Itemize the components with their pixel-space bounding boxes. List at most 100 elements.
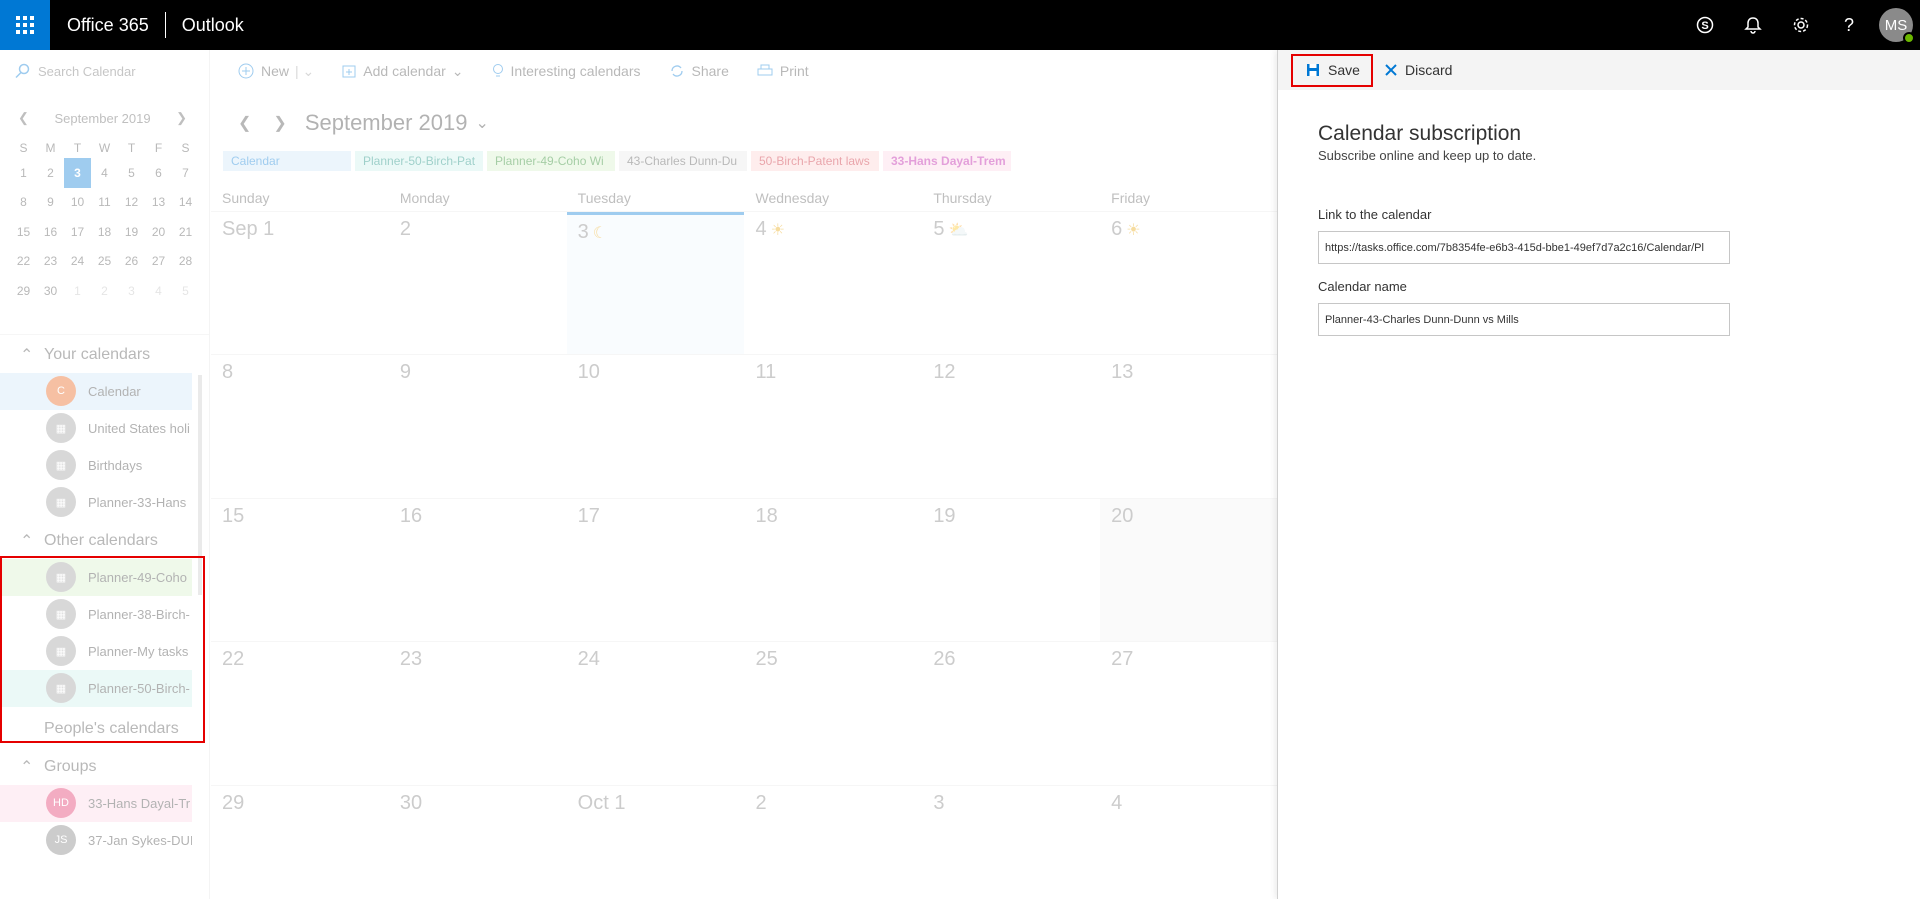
chevron-left-icon[interactable]: ❮ [18, 110, 29, 126]
app-name[interactable]: Outlook [166, 15, 244, 36]
day-cell[interactable]: 25 [744, 642, 922, 784]
mini-day[interactable]: 21 [172, 217, 199, 247]
day-cell[interactable]: 20 [1100, 498, 1278, 642]
mini-day[interactable]: 14 [172, 188, 199, 218]
calendar-chip[interactable]: 50-Birch-Patent laws [751, 151, 879, 171]
chevron-right-icon[interactable]: ❯ [176, 110, 187, 126]
mini-calendar-title[interactable]: September 2019 [54, 111, 150, 126]
mini-day[interactable]: 12 [118, 188, 145, 218]
day-cell[interactable]: 2 [744, 786, 922, 899]
mini-day[interactable]: 17 [64, 217, 91, 247]
mini-day[interactable]: 13 [145, 188, 172, 218]
day-cell[interactable]: 23 [389, 642, 567, 784]
calendar-chip[interactable]: 33-Hans Dayal-Trem [883, 151, 1011, 171]
share-button[interactable]: Share [669, 63, 729, 79]
calendar-item[interactable]: ▦ United States holi [0, 410, 192, 447]
mini-day[interactable]: 9 [37, 188, 64, 218]
mini-day[interactable]: 8 [10, 188, 37, 218]
day-cell[interactable]: 22 [211, 642, 389, 784]
groups-header[interactable]: ⌃ Groups [0, 749, 209, 785]
new-button[interactable]: New | ⌄ [238, 63, 314, 80]
mini-day[interactable]: 30 [37, 276, 64, 306]
mini-day[interactable]: 4 [91, 158, 118, 188]
calendar-item[interactable]: ▦ Birthdays [0, 447, 192, 484]
mini-day[interactable]: 4 [145, 276, 172, 306]
day-cell[interactable]: 3 [922, 786, 1100, 899]
mini-day[interactable]: 5 [118, 158, 145, 188]
day-cell[interactable]: 19 [922, 499, 1100, 641]
link-input[interactable]: https://tasks.office.com/7b8354fe-e6b3-4… [1318, 231, 1730, 264]
day-cell[interactable]: 11 [744, 355, 922, 497]
search-box[interactable]: Search Calendar [0, 50, 209, 92]
mini-day[interactable]: 24 [64, 247, 91, 277]
brand-name[interactable]: Office 365 [50, 12, 166, 38]
day-cell[interactable]: 6 ☀ [1100, 212, 1278, 354]
day-cell[interactable]: 4 [1100, 786, 1278, 899]
day-cell[interactable]: 27 [1100, 642, 1278, 784]
month-title[interactable]: September 2019 [305, 110, 468, 136]
day-cell[interactable]: 9 [389, 355, 567, 497]
gear-icon[interactable] [1777, 0, 1825, 50]
app-launcher-button[interactable] [0, 0, 50, 50]
day-cell[interactable]: 2 [389, 212, 567, 354]
group-item[interactable]: JS 37-Jan Sykes-DUI [0, 821, 192, 859]
mini-day[interactable]: 1 [64, 276, 91, 306]
bell-icon[interactable] [1729, 0, 1777, 50]
calendar-chip[interactable]: Calendar [223, 151, 351, 171]
day-cell[interactable]: 30 [389, 786, 567, 899]
mini-day[interactable]: 2 [37, 158, 64, 188]
mini-day[interactable]: 19 [118, 217, 145, 247]
mini-day[interactable]: 29 [10, 276, 37, 306]
mini-day[interactable]: 27 [145, 247, 172, 277]
interesting-calendars-button[interactable]: Interesting calendars [492, 63, 641, 79]
chevron-down-icon[interactable]: ⌄ [475, 113, 488, 133]
mini-day[interactable]: 5 [172, 276, 199, 306]
day-cell[interactable]: 10 [567, 355, 745, 497]
mini-day[interactable]: 6 [145, 158, 172, 188]
mini-day[interactable]: 18 [91, 217, 118, 247]
day-cell[interactable]: 15 [211, 499, 389, 641]
mini-day[interactable]: 11 [91, 188, 118, 218]
calendar-item[interactable]: C Calendar [0, 372, 192, 410]
save-button[interactable]: Save [1291, 53, 1373, 87]
day-cell[interactable]: 17 [567, 499, 745, 641]
day-cell[interactable]: 3 ☾ [566, 212, 745, 355]
day-cell[interactable]: 16 [389, 499, 567, 641]
chevron-left-icon[interactable]: ❮ [238, 113, 251, 133]
day-cell[interactable]: 13 [1100, 355, 1278, 497]
chevron-right-icon[interactable]: ❯ [273, 113, 286, 133]
mini-day[interactable]: 10 [64, 188, 91, 218]
avatar[interactable]: MS [1879, 8, 1915, 44]
mini-day[interactable]: 3 [118, 276, 145, 306]
mini-day[interactable]: 28 [172, 247, 199, 277]
skype-icon[interactable]: S [1681, 0, 1729, 50]
your-calendars-header[interactable]: ⌃ Your calendars [0, 337, 209, 373]
mini-day[interactable]: 1 [10, 158, 37, 188]
other-calendars-header[interactable]: ⌃ Other calendars [0, 523, 209, 559]
mini-day[interactable]: 3 [64, 158, 91, 188]
day-cell[interactable]: 12 [922, 355, 1100, 497]
day-cell[interactable]: 26 [922, 642, 1100, 784]
discard-button[interactable]: Discard [1377, 54, 1460, 87]
mini-day[interactable]: 26 [118, 247, 145, 277]
day-cell[interactable]: 4 ☀ [744, 212, 922, 354]
day-cell[interactable]: 29 [211, 786, 389, 899]
calendar-chip[interactable]: Planner-50-Birch-Pat [355, 151, 483, 171]
mini-day[interactable]: 7 [172, 158, 199, 188]
day-cell[interactable]: Oct 1 [567, 786, 745, 899]
calendar-item[interactable]: ▦ Planner-33-Hans [0, 484, 192, 521]
mini-day[interactable]: 2 [91, 276, 118, 306]
mini-day[interactable]: 25 [91, 247, 118, 277]
search-input[interactable]: Search Calendar [38, 64, 136, 79]
day-cell[interactable]: 8 [211, 355, 389, 497]
chevron-down-icon[interactable]: | ⌄ [295, 63, 314, 80]
print-button[interactable]: Print [757, 63, 809, 79]
calendar-chip[interactable]: 43-Charles Dunn-Du [619, 151, 747, 171]
calendar-chip[interactable]: Planner-49-Coho Wi [487, 151, 615, 171]
mini-day[interactable]: 20 [145, 217, 172, 247]
help-icon[interactable]: ? [1825, 0, 1873, 50]
day-cell[interactable]: 5 ⛅ [922, 212, 1100, 354]
day-cell[interactable]: Sep 1 [211, 212, 389, 354]
day-cell[interactable]: 18 [744, 499, 922, 641]
mini-day[interactable]: 16 [37, 217, 64, 247]
